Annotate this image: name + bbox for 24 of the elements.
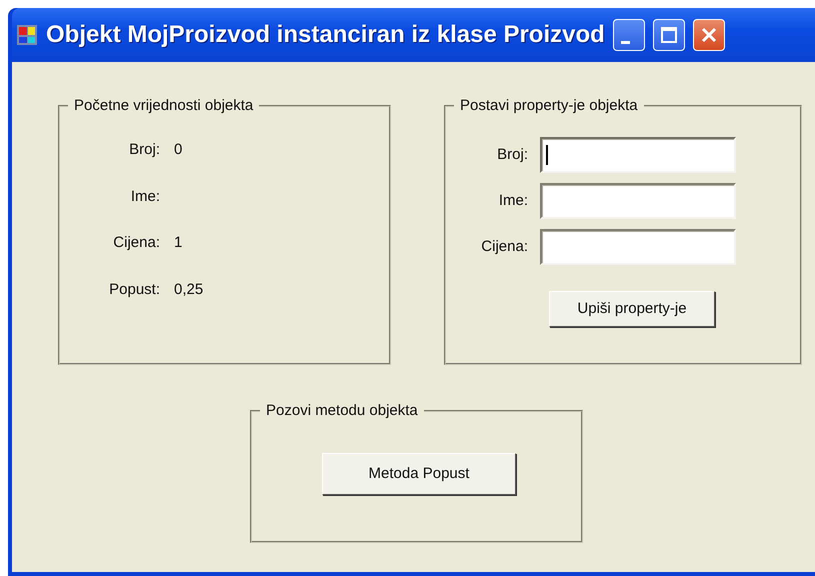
window-title: Objekt MojProizvod instanciran iz klase Proizvod (46, 20, 605, 50)
field-value: 1 (174, 233, 184, 253)
minimize-button[interactable] (612, 19, 645, 51)
field-label: Ime: (130, 186, 160, 206)
submit-button[interactable]: Upiši property-je (549, 291, 715, 327)
field-label: Ime: (498, 190, 528, 211)
maximize-icon (660, 26, 678, 44)
field-value: 0 (174, 140, 184, 160)
field-label: Cijena: (112, 233, 160, 253)
field-value: 0,25 (174, 280, 204, 300)
text-field[interactable] (540, 229, 736, 265)
method-button[interactable]: Metoda Popust (322, 453, 516, 495)
field-label: Cijena: (480, 236, 528, 257)
field-label: Broj: (496, 144, 528, 165)
text-caret (546, 145, 548, 165)
app-icon (16, 24, 38, 46)
text-field[interactable] (540, 183, 736, 219)
text-field[interactable] (540, 137, 736, 173)
field-label: Broj: (128, 140, 160, 160)
maximize-button[interactable] (652, 19, 685, 51)
close-icon (700, 26, 718, 44)
close-button[interactable] (692, 19, 725, 51)
minimize-icon (621, 40, 630, 44)
field-label: Popust: (108, 280, 160, 300)
